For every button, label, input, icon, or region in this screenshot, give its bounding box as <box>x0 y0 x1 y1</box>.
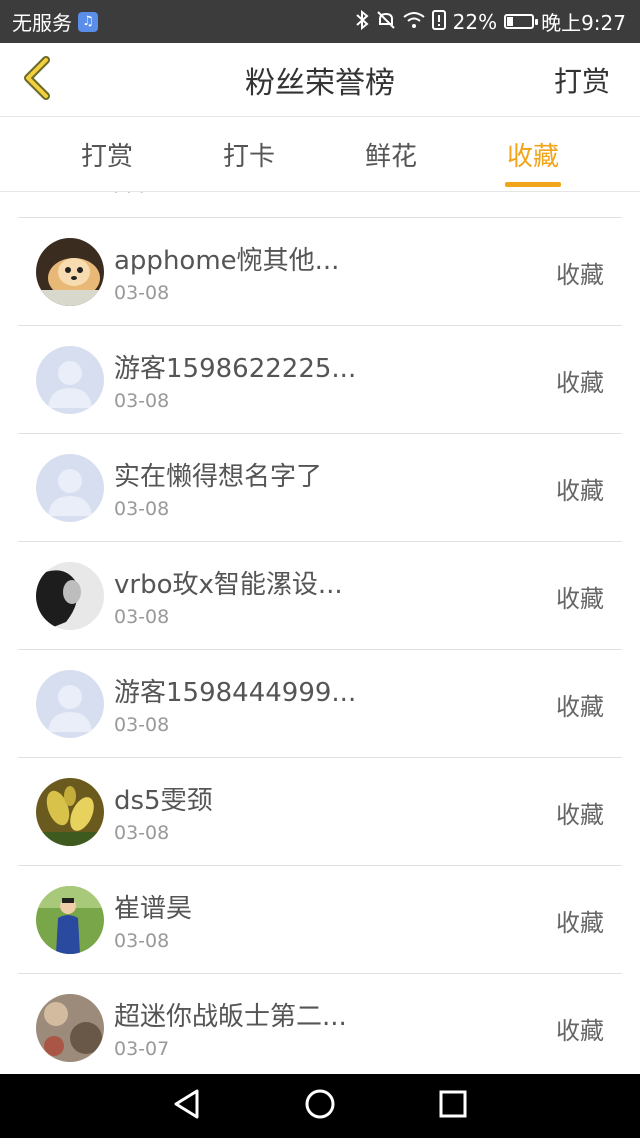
action-label: 收藏 <box>556 476 604 505</box>
action-label: 收藏 <box>556 260 604 289</box>
item-date: 03-08 <box>114 822 170 844</box>
system-nav-bar <box>0 1074 640 1138</box>
list-item[interactable]: 实在懒得想名字了 03-08 收藏 <box>18 434 622 542</box>
music-app-icon: ♫ <box>78 11 98 32</box>
user-name: 实在懒得想名字了 <box>114 462 323 492</box>
list-item-partial: · · · <box>18 192 622 218</box>
action-label: 收藏 <box>556 692 604 721</box>
clock: 晚上9:27 <box>541 11 626 35</box>
avatar[interactable] <box>36 994 104 1062</box>
item-date: 03-08 <box>114 606 170 628</box>
status-right: 22% 晚上9:27 <box>355 7 626 36</box>
action-label: 收藏 <box>556 368 604 397</box>
list-item[interactable]: ds5雯颈 03-08 收藏 <box>18 758 622 866</box>
user-name: apphome惋其他... <box>114 246 340 276</box>
sim-alert-icon <box>431 9 446 34</box>
carrier-text: 无服务 <box>12 11 72 35</box>
tab-label: 收藏 <box>506 141 559 172</box>
nav-back-button[interactable] <box>167 1086 207 1126</box>
active-tab-indicator <box>505 182 561 187</box>
nav-recents-button[interactable] <box>433 1086 473 1126</box>
status-bar: 无服务 ♫ 22% 晚上9:27 <box>0 0 640 43</box>
tab-label: 打赏 <box>80 141 133 172</box>
action-label: 收藏 <box>556 1016 604 1045</box>
wifi-icon <box>403 11 425 33</box>
square-recents-icon <box>439 1090 467 1122</box>
tab-flowers[interactable]: 鲜花 <box>320 117 462 191</box>
app-header: 粉丝荣誉榜 打赏 <box>0 43 640 117</box>
mute-icon <box>376 10 396 34</box>
avatar[interactable] <box>36 454 104 522</box>
page-title: 粉丝荣誉榜 <box>245 66 395 101</box>
bluetooth-icon <box>355 9 369 34</box>
action-label: 收藏 <box>556 908 604 937</box>
user-name: 崔谱昊 <box>114 894 193 924</box>
list-item[interactable]: vrbo玫x智能漯设... 03-08 收藏 <box>18 542 622 650</box>
item-date: 03-08 <box>114 282 170 304</box>
item-date: 03-07 <box>114 1038 170 1060</box>
battery-percent: 22% <box>452 9 498 34</box>
action-label: 收藏 <box>556 800 604 829</box>
user-name: 游客1598622225... <box>114 354 357 384</box>
list-item[interactable]: 游客1598444999... 03-08 收藏 <box>18 650 622 758</box>
circle-home-icon <box>304 1088 336 1124</box>
avatar[interactable] <box>36 886 104 954</box>
item-date: 03-08 <box>114 498 170 520</box>
triangle-back-icon <box>172 1088 202 1124</box>
list-item[interactable]: 超迷你战皈士第二... 03-07 收藏 <box>18 974 622 1074</box>
fan-list[interactable]: · · · apphome惋其他... 03-08 收藏 游客159862222… <box>0 192 640 1074</box>
list-item[interactable]: apphome惋其他... 03-08 收藏 <box>18 218 622 326</box>
nav-home-button[interactable] <box>300 1086 340 1126</box>
tab-reward[interactable]: 打赏 <box>36 117 178 191</box>
tab-label: 打卡 <box>222 141 275 172</box>
avatar[interactable] <box>36 346 104 414</box>
tab-checkin[interactable]: 打卡 <box>178 117 320 191</box>
item-date: 03-08 <box>114 930 170 952</box>
avatar[interactable] <box>36 778 104 846</box>
list-item[interactable]: 游客1598622225... 03-08 收藏 <box>18 326 622 434</box>
tab-bar: 打赏 打卡 鲜花 收藏 <box>0 117 640 192</box>
avatar[interactable] <box>36 670 104 738</box>
action-label: 收藏 <box>556 584 604 613</box>
avatar[interactable] <box>36 238 104 306</box>
tab-label: 鲜花 <box>364 141 417 172</box>
status-left: 无服务 ♫ <box>12 7 98 36</box>
tab-favorites[interactable]: 收藏 <box>462 117 604 191</box>
user-name: 游客1598444999... <box>114 678 357 708</box>
user-name: vrbo玫x智能漯设... <box>114 570 343 600</box>
item-date: 03-08 <box>114 390 170 412</box>
reward-button[interactable]: 打赏 <box>554 43 610 117</box>
battery-fill <box>507 17 513 26</box>
user-name: 超迷你战皈士第二... <box>114 1002 347 1032</box>
user-name: ds5雯颈 <box>114 786 213 816</box>
item-date: 03-08 <box>114 714 170 736</box>
list-item[interactable]: 崔谱昊 03-08 收藏 <box>18 866 622 974</box>
avatar[interactable] <box>36 562 104 630</box>
battery-icon <box>504 14 539 29</box>
